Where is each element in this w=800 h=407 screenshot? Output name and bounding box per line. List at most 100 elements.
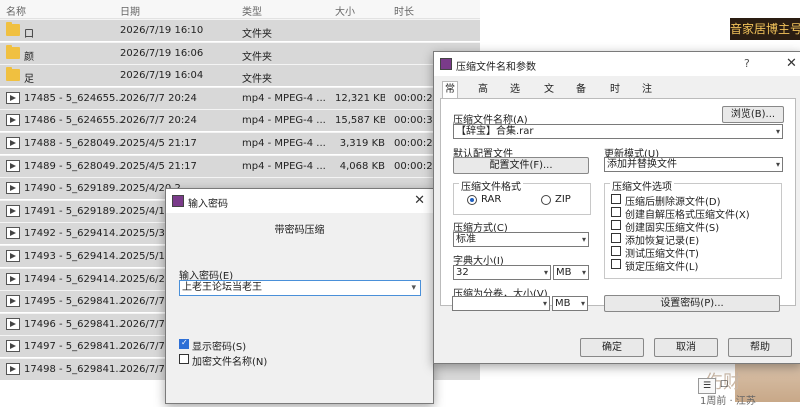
password-dialog-title: 输入密码: [188, 199, 228, 210]
set-password-button[interactable]: 设置密码(P)...: [604, 295, 780, 312]
chevron-down-icon[interactable]: ▾: [411, 281, 416, 295]
chevron-down-icon[interactable]: ▾: [581, 297, 585, 310]
file-date: 2025/4/5 21:17: [120, 160, 197, 172]
video-file-icon: [6, 227, 20, 240]
file-name: 足: [24, 74, 34, 86]
video-file-icon: [6, 272, 20, 285]
video-file-icon: [6, 204, 20, 217]
file-date: 2025/5/1: [120, 251, 165, 262]
close-icon[interactable]: ✕: [414, 193, 425, 208]
show-password-label[interactable]: 显示密码(S): [192, 338, 246, 353]
archive-option-checkbox[interactable]: [611, 207, 621, 217]
details-view-icon[interactable]: ☰: [698, 378, 716, 394]
video-file-icon: [6, 137, 20, 149]
help-icon[interactable]: ?: [744, 57, 750, 70]
dict-size-select[interactable]: 32 ▾: [453, 265, 551, 280]
file-name: 17486 - 5_624655...: [24, 115, 125, 127]
archive-option-checkbox[interactable]: [611, 220, 621, 230]
tiles-view-icon[interactable]: ☐: [716, 378, 732, 392]
browse-button[interactable]: 浏览(B)...: [722, 106, 784, 123]
file-name: 17494 - 5_629414...: [24, 273, 125, 285]
chevron-down-icon[interactable]: ▾: [582, 266, 586, 279]
help-button[interactable]: 帮助: [728, 338, 792, 357]
split-unit-select[interactable]: MB ▾: [552, 296, 588, 311]
format-zip-radio[interactable]: [541, 195, 551, 205]
chevron-down-icon[interactable]: ▾: [776, 125, 780, 138]
chevron-down-icon[interactable]: ▾: [543, 297, 547, 310]
encrypt-names-checkbox[interactable]: [179, 354, 189, 364]
file-duration: 00:00:26: [394, 92, 434, 104]
tab-comment[interactable]: 注释: [640, 82, 654, 111]
archive-dialog-title-bar[interactable]: 压缩文件名和参数 ? ✕: [434, 52, 800, 76]
file-duration: 00:00:35: [394, 115, 434, 127]
column-header-date[interactable]: 日期: [120, 3, 140, 18]
archive-option-checkbox[interactable]: [611, 233, 621, 243]
file-row[interactable]: 17485 - 5_624655... 2026/7/7 20:24 mp4 - M…: [0, 86, 480, 109]
password-input[interactable]: 上老王论坛当老王 ▾: [179, 280, 421, 296]
tab-options[interactable]: 选项: [508, 82, 522, 111]
file-row[interactable]: 足 2026/7/19 16:04 文件夹: [0, 64, 480, 87]
file-size: 3,319 KB: [339, 138, 385, 149]
format-rar-radio[interactable]: [467, 195, 477, 205]
tab-advanced[interactable]: 高级: [476, 82, 490, 111]
file-row[interactable]: 口 2026/7/19 16:10 文件夹: [0, 19, 480, 41]
column-header-duration[interactable]: 时长: [394, 3, 414, 18]
column-header-size[interactable]: 大小: [335, 3, 355, 18]
file-name: 17491 - 5_629189...: [24, 205, 125, 217]
folder-icon: [6, 67, 20, 82]
tab-time[interactable]: 时间: [608, 82, 622, 111]
file-name: 颜: [24, 51, 34, 63]
file-row[interactable]: 17489 - 5_628049... 2025/4/5 21:17 mp4 - M…: [0, 154, 480, 177]
profile-button[interactable]: 配置文件(F)...: [453, 157, 589, 174]
update-mode-select[interactable]: 添加并替换文件 ▾: [604, 157, 783, 172]
file-size: 4,068 KB: [339, 160, 385, 172]
file-name: 17492 - 5_629414...: [24, 228, 125, 240]
column-header-type[interactable]: 类型: [242, 3, 262, 18]
ok-button[interactable]: 确定: [580, 338, 644, 357]
close-icon[interactable]: ✕: [786, 56, 797, 71]
file-date: 2025/6/23: [120, 273, 172, 285]
format-zip-label[interactable]: ZIP: [555, 194, 571, 205]
show-password-checkbox[interactable]: [179, 338, 189, 349]
file-type: mp4 - MPEG-4 ...: [242, 115, 326, 127]
file-name: 17498 - 5_629841...: [24, 364, 125, 375]
file-type: 文件夹: [242, 51, 272, 63]
chevron-down-icon[interactable]: ▾: [776, 158, 780, 171]
tab-backup[interactable]: 备份: [574, 82, 588, 111]
file-size: 12,321 KB: [335, 92, 385, 104]
tab-general[interactable]: 常规: [442, 81, 458, 111]
file-row[interactable]: 17486 - 5_624655... 2026/7/7 20:24 mp4 - M…: [0, 109, 480, 132]
update-mode-value: 添加并替换文件: [607, 159, 677, 170]
background-caption: 1周前 · 江苏: [700, 396, 756, 407]
file-date: 2026/7/7: [120, 341, 165, 353]
password-dialog-title-bar[interactable]: 输入密码 ✕: [166, 189, 433, 213]
file-name: 17493 - 5_629414...: [24, 251, 125, 262]
archive-name-input[interactable]: 【辞宝】合集.rar ▾: [453, 124, 783, 139]
dict-unit-select[interactable]: MB ▾: [553, 265, 589, 280]
file-name: 17497 - 5_629841...: [24, 341, 125, 353]
split-size-select[interactable]: ▾: [452, 296, 550, 311]
tab-files[interactable]: 文件: [542, 82, 556, 111]
file-duration: 00:00:21: [394, 160, 434, 172]
archive-option-checkbox[interactable]: [611, 259, 621, 269]
general-tab-panel: 压缩文件名称(A) 浏览(B)... 【辞宝】合集.rar ▾ 默认配置文件 配…: [440, 98, 796, 306]
archive-option-checkbox[interactable]: [611, 194, 621, 204]
chevron-down-icon[interactable]: ▾: [544, 266, 548, 279]
background-banner: 音家居博主号: [730, 18, 800, 40]
archive-option-checkbox[interactable]: [611, 246, 621, 256]
column-header-name[interactable]: 名称: [6, 3, 26, 18]
chevron-down-icon[interactable]: ▾: [582, 233, 586, 246]
archive-option-label[interactable]: 锁定压缩文件(L): [625, 258, 698, 273]
file-name: 17496 - 5_629841...: [24, 318, 125, 330]
method-select[interactable]: 标准 ▾: [453, 232, 589, 247]
format-rar-label[interactable]: RAR: [481, 194, 501, 205]
file-duration: 00:00:28: [394, 138, 434, 149]
folder-icon: [6, 44, 20, 59]
file-name: 口: [24, 29, 34, 40]
file-date: 2026/7/7: [120, 318, 165, 330]
file-row[interactable]: 17488 - 5_628049... 2025/4/5 21:17 mp4 - M…: [0, 132, 480, 154]
cancel-button[interactable]: 取消: [654, 338, 718, 357]
file-row[interactable]: 颜 2026/7/19 16:06 文件夹: [0, 41, 480, 64]
encrypt-names-label[interactable]: 加密文件名称(N): [192, 353, 267, 368]
file-name: 17495 - 5_629841...: [24, 296, 125, 308]
